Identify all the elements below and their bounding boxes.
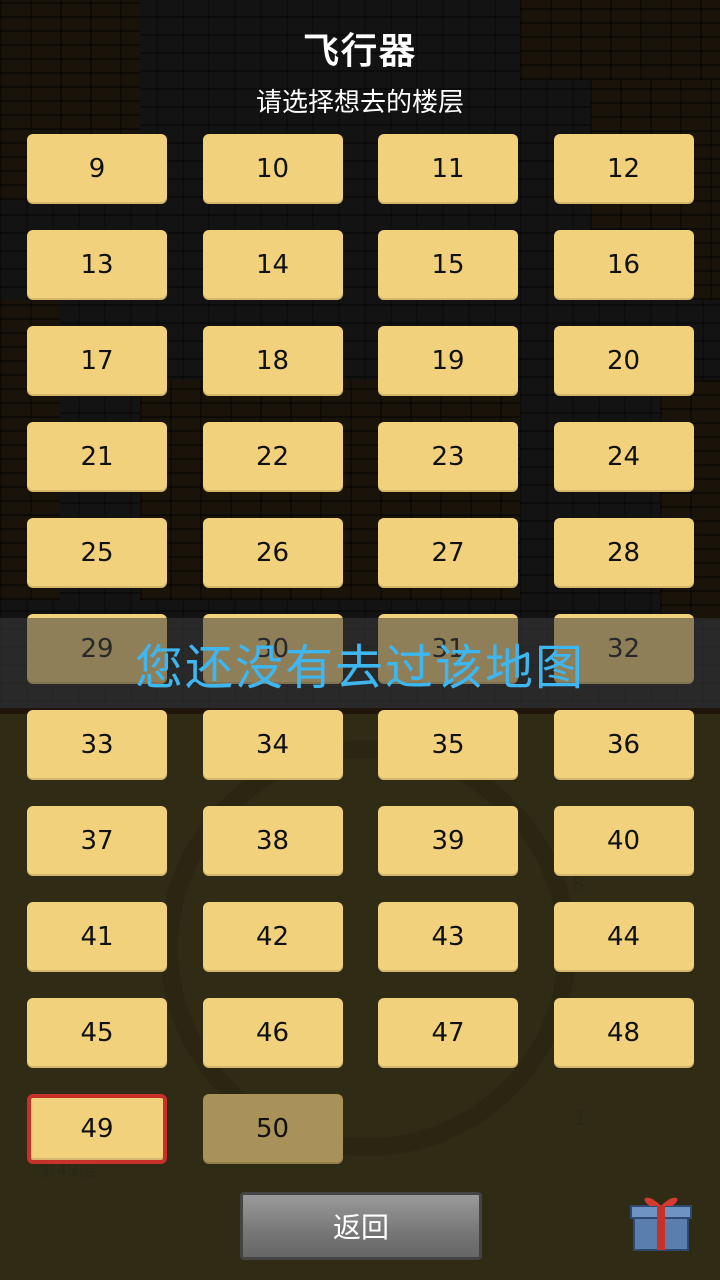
- floor-button-10[interactable]: 10: [202, 134, 343, 204]
- floor-button-25[interactable]: 25: [27, 518, 167, 588]
- floor-button-48[interactable]: 48: [553, 998, 694, 1068]
- floor-button-34[interactable]: 34: [202, 710, 343, 780]
- floor-button-47[interactable]: 47: [378, 998, 518, 1068]
- floor-button-20[interactable]: 20: [553, 326, 694, 396]
- floor-button-18[interactable]: 18: [202, 326, 343, 396]
- floor-button-44[interactable]: 44: [553, 902, 694, 972]
- floor-button-23[interactable]: 23: [378, 422, 518, 492]
- floor-button-12[interactable]: 12: [553, 134, 694, 204]
- floor-button-39[interactable]: 39: [378, 806, 518, 876]
- dialog-title: 飞行器: [302, 31, 417, 72]
- floor-button-11[interactable]: 11: [378, 134, 518, 204]
- floor-button-50[interactable]: 50: [202, 1094, 343, 1164]
- floor-button-43[interactable]: 43: [378, 902, 518, 972]
- floor-button-16[interactable]: 16: [553, 230, 694, 300]
- floor-button-26[interactable]: 26: [202, 518, 343, 588]
- floor-button-13[interactable]: 13: [27, 230, 167, 300]
- floor-button-45[interactable]: 45: [27, 998, 167, 1068]
- gift-box-icon[interactable]: [628, 1188, 694, 1254]
- floor-button-35[interactable]: 35: [378, 710, 518, 780]
- floor-button-22[interactable]: 22: [202, 422, 343, 492]
- floor-button-14[interactable]: 14: [202, 230, 343, 300]
- back-button[interactable]: 返回: [240, 1192, 482, 1260]
- floor-button-28[interactable]: 28: [553, 518, 694, 588]
- floor-button-46[interactable]: 46: [202, 998, 343, 1068]
- floor-button-15[interactable]: 15: [378, 230, 518, 300]
- floor-button-38[interactable]: 38: [202, 806, 343, 876]
- toast-message: 您还没有去过该地图: [0, 618, 720, 708]
- floor-button-42[interactable]: 42: [202, 902, 343, 972]
- floor-button-40[interactable]: 40: [553, 806, 694, 876]
- floor-button-21[interactable]: 21: [27, 422, 167, 492]
- floor-button-33[interactable]: 33: [27, 710, 167, 780]
- floor-button-24[interactable]: 24: [553, 422, 694, 492]
- floor-button-36[interactable]: 36: [553, 710, 694, 780]
- floor-button-49[interactable]: 49: [27, 1094, 167, 1164]
- floor-button-41[interactable]: 41: [27, 902, 167, 972]
- floor-button-17[interactable]: 17: [27, 326, 167, 396]
- floor-button-9[interactable]: 9: [27, 134, 167, 204]
- dialog-subtitle: 请选择想去的楼层: [255, 88, 464, 118]
- floor-button-37[interactable]: 37: [27, 806, 167, 876]
- floor-button-19[interactable]: 19: [378, 326, 518, 396]
- floor-button-27[interactable]: 27: [378, 518, 518, 588]
